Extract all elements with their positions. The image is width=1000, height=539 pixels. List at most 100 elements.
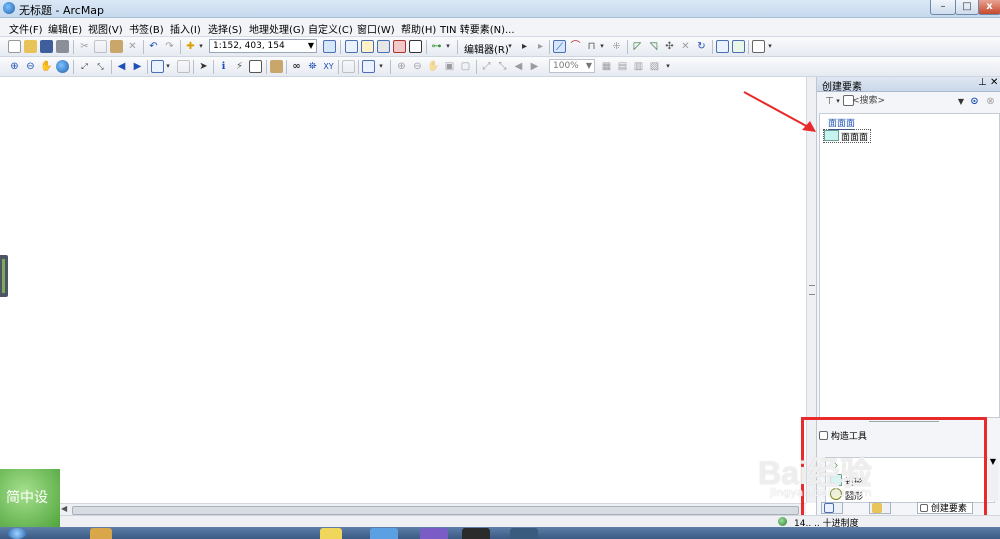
scroll-left-icon[interactable]: ◀ [61, 504, 67, 513]
redo-icon[interactable]: ↷ [163, 40, 176, 53]
create-features-window-icon[interactable] [752, 40, 765, 53]
select-features-icon[interactable] [151, 60, 164, 73]
template-search-input[interactable]: <搜索> [849, 95, 965, 109]
identify-icon[interactable]: ℹ [217, 60, 230, 73]
go-back-icon[interactable]: ◀ [115, 60, 128, 73]
layout-zoom-100-icon[interactable]: ▢ [459, 60, 472, 73]
layout-zoom-combo[interactable]: 100% ▼ [549, 59, 595, 73]
straight-segment-icon[interactable]: ⟋ [553, 40, 566, 53]
select-dropdown-icon[interactable]: ▾ [164, 60, 172, 73]
layout-back-icon[interactable]: ◀ [512, 60, 525, 73]
layout-forward-icon[interactable]: ▶ [528, 60, 541, 73]
zoom-out-icon[interactable]: ⊖ [24, 60, 37, 73]
search-window-icon[interactable] [377, 40, 390, 53]
scrollbar-thumb[interactable] [72, 506, 799, 515]
rotate-icon[interactable]: ↻ [695, 40, 708, 53]
change-layout-icon[interactable]: ▥ [632, 60, 645, 73]
menu-tin-to-features[interactable]: TIN 转要素(N)... [440, 21, 515, 36]
construction-dropdown-icon[interactable]: ▾ [598, 40, 606, 53]
python-window-icon[interactable] [409, 40, 422, 53]
time-slider-icon[interactable] [342, 60, 355, 73]
map-scale-combo[interactable]: 1:152, 403, 154 ▼ [209, 39, 317, 53]
template-item[interactable]: 面面面 [823, 129, 872, 143]
attributes-icon[interactable] [716, 40, 729, 53]
find-route-icon[interactable]: ⛯ [306, 60, 319, 73]
layout-zoom-in-icon[interactable]: ⊕ [395, 60, 408, 73]
tab-create-features[interactable]: 创建要素 [917, 502, 973, 514]
taskbar-app-icon[interactable] [420, 528, 448, 539]
measure-icon[interactable] [270, 60, 283, 73]
toggle-draft-mode-icon[interactable]: ▦ [600, 60, 613, 73]
table-of-contents-icon[interactable] [345, 40, 358, 53]
data-driven-pages-icon[interactable]: ▧ [648, 60, 661, 73]
cut-icon[interactable]: ✂ [78, 40, 91, 53]
tab-catalog[interactable] [869, 502, 891, 514]
close-button[interactable]: x [978, 0, 1000, 15]
go-forward-icon[interactable]: ▶ [131, 60, 144, 73]
trace-icon[interactable]: ⊓ [585, 40, 598, 53]
layout-fixed-zoom-out-icon[interactable]: ⤡ [496, 60, 509, 73]
toolbar-options-icon[interactable]: ▾ [377, 60, 385, 73]
search-icon[interactable]: ⊙ [968, 95, 981, 108]
find-binoculars-icon[interactable]: ∞ [290, 60, 303, 73]
construction-list-scrollbar[interactable]: ▼ [988, 457, 998, 501]
taskbar-app-icon[interactable] [370, 528, 398, 539]
editor-menu[interactable]: 编辑器(R) [464, 41, 509, 56]
menu-insert[interactable]: 插入(I) [170, 21, 201, 36]
clear-selection-icon[interactable] [177, 60, 190, 73]
layout-zoom-whole-page-icon[interactable]: ▣ [443, 60, 456, 73]
catalog-icon[interactable] [361, 40, 374, 53]
menu-help[interactable]: 帮助(H) [401, 21, 436, 36]
undo-icon[interactable]: ↶ [147, 40, 160, 53]
modelbuilder-icon[interactable]: ⊶ [430, 40, 443, 53]
edit-vertices-icon[interactable]: ◸ [631, 40, 644, 53]
menu-bookmarks[interactable]: 书签(B) [129, 21, 164, 36]
select-elements-icon[interactable]: ➤ [197, 60, 210, 73]
sketch-properties-icon[interactable] [732, 40, 745, 53]
toolbar-options-icon[interactable]: ▾ [766, 40, 774, 53]
cut-polygons-icon[interactable]: ✣ [663, 40, 676, 53]
minimize-button[interactable]: – [930, 0, 956, 15]
layout-zoom-out-icon[interactable]: ⊖ [411, 60, 424, 73]
start-button-icon[interactable] [8, 528, 26, 539]
save-icon[interactable] [40, 40, 53, 53]
menu-file[interactable]: 文件(F) [9, 21, 43, 36]
template-group-header[interactable]: 面面面 [828, 116, 856, 130]
menu-customize[interactable]: 自定义(C) [308, 21, 353, 36]
editor-dropdown-icon[interactable]: ▾ [506, 40, 514, 53]
organize-dropdown-icon[interactable]: ▾ [834, 95, 842, 108]
go-to-xy-icon[interactable]: XY [322, 60, 335, 73]
edit-annotation-icon[interactable]: ▸ [534, 40, 547, 53]
arctoolbox-icon[interactable] [393, 40, 406, 53]
menu-view[interactable]: 视图(V) [88, 21, 123, 36]
toolbar-options-icon[interactable]: ▾ [664, 60, 672, 73]
print-icon[interactable] [56, 40, 69, 53]
panel-close-icon[interactable]: ✕ [990, 77, 998, 88]
tab-table-of-contents[interactable] [821, 502, 843, 514]
toolbar-options-icon[interactable]: ▾ [444, 40, 452, 53]
copy-icon[interactable] [94, 40, 107, 53]
search-dropdown-icon[interactable]: ▼ [957, 95, 965, 108]
menu-selection[interactable]: 选择(S) [208, 21, 242, 36]
zoom-in-icon[interactable]: ⊕ [8, 60, 21, 73]
add-data-dropdown-icon[interactable]: ▾ [197, 40, 205, 53]
menu-windows[interactable]: 窗口(W) [357, 21, 395, 36]
new-document-icon[interactable] [8, 40, 21, 53]
create-viewer-window-icon[interactable] [362, 60, 375, 73]
taskbar-app-icon[interactable] [320, 528, 342, 539]
taskbar-app-icon[interactable] [462, 528, 490, 539]
hyperlink-icon[interactable]: ⚡ [233, 60, 246, 73]
html-popup-icon[interactable] [249, 60, 262, 73]
focus-data-frame-icon[interactable]: ▤ [616, 60, 629, 73]
menu-geoprocessing[interactable]: 地理处理(G) [249, 21, 305, 36]
maximize-button[interactable]: □ [955, 0, 979, 15]
vertex-icon[interactable]: ⁜ [610, 40, 623, 53]
reshape-feature-icon[interactable]: ◹ [647, 40, 660, 53]
taskbar-app-icon[interactable] [510, 528, 538, 539]
paste-icon[interactable] [110, 40, 123, 53]
map-display[interactable] [0, 77, 807, 503]
open-folder-icon[interactable] [24, 40, 37, 53]
scroll-down-icon[interactable]: ▼ [990, 457, 996, 466]
pan-hand-icon[interactable]: ✋ [40, 60, 53, 73]
delete-icon[interactable]: ✕ [126, 40, 139, 53]
